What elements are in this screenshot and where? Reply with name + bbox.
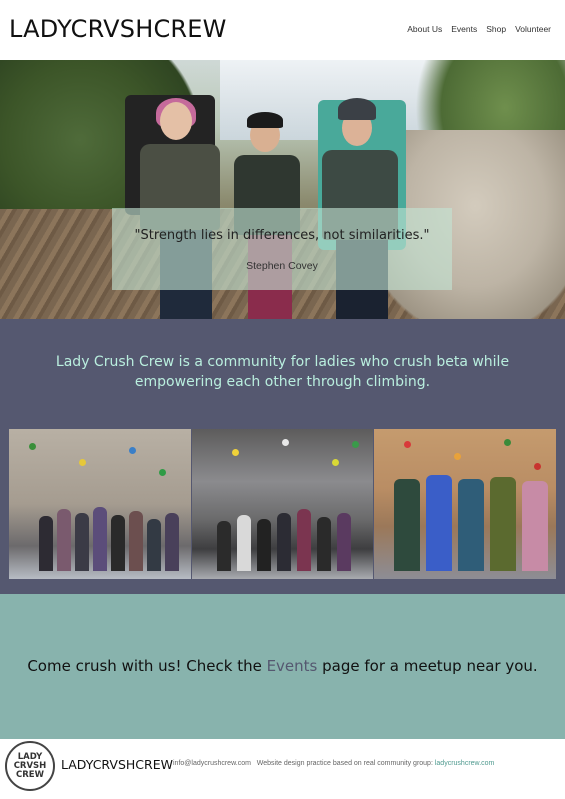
footer-group-link[interactable]: ladycrushcrew.com xyxy=(435,760,495,767)
footer-note: Website design practice based on real co… xyxy=(256,760,433,767)
cta-text-before: Come crush with us! Check the xyxy=(27,657,267,675)
quote-author: Stephen Covey xyxy=(246,260,318,272)
site-footer: LADY CRVSH CREW LADYCRVSHCREW info@ladyc… xyxy=(0,739,565,799)
site-logo[interactable]: LADYCRVSHCREW xyxy=(9,15,227,43)
climber-2-hair xyxy=(247,112,283,128)
cta-text: Come crush with us! Check the Events pag… xyxy=(0,657,565,675)
mission-statement: Lady Crush Crew is a community for ladie… xyxy=(55,354,510,390)
gallery-photo-group-2 xyxy=(191,429,374,579)
footer-logo-text: LADYCRVSHCREW xyxy=(61,757,173,772)
nav-about-us[interactable]: About Us xyxy=(407,24,442,34)
climber-3-beanie xyxy=(338,98,376,120)
gallery-photo-group-1 xyxy=(9,429,191,579)
quote-box: "Strength lies in differences, not simil… xyxy=(112,208,452,290)
nav-shop[interactable]: Shop xyxy=(486,24,506,34)
hero-image: "Strength lies in differences, not simil… xyxy=(0,60,565,319)
climber-1-head xyxy=(160,102,192,140)
footer-info: info@ladycrushcrew.com Website design pr… xyxy=(173,760,494,767)
badge-line-3: CREW xyxy=(16,769,44,780)
nav-volunteer[interactable]: Volunteer xyxy=(515,24,551,34)
main-nav: About Us Events Shop Volunteer xyxy=(407,24,551,34)
mission-section: Lady Crush Crew is a community for ladie… xyxy=(0,319,565,594)
events-link[interactable]: Events xyxy=(267,657,318,675)
footer-email-link[interactable]: info@ladycrushcrew.com xyxy=(173,760,251,767)
site-header: LADYCRVSHCREW About Us Events Shop Volun… xyxy=(0,0,565,60)
nav-events[interactable]: Events xyxy=(451,24,477,34)
cta-text-after: page for a meetup near you. xyxy=(317,657,538,675)
cta-section: Come crush with us! Check the Events pag… xyxy=(0,594,565,739)
footer-badge-logo: LADY CRVSH CREW xyxy=(5,741,55,791)
photo-gallery xyxy=(9,429,557,579)
gallery-photo-group-3 xyxy=(374,429,557,579)
quote-text: "Strength lies in differences, not simil… xyxy=(134,228,430,243)
